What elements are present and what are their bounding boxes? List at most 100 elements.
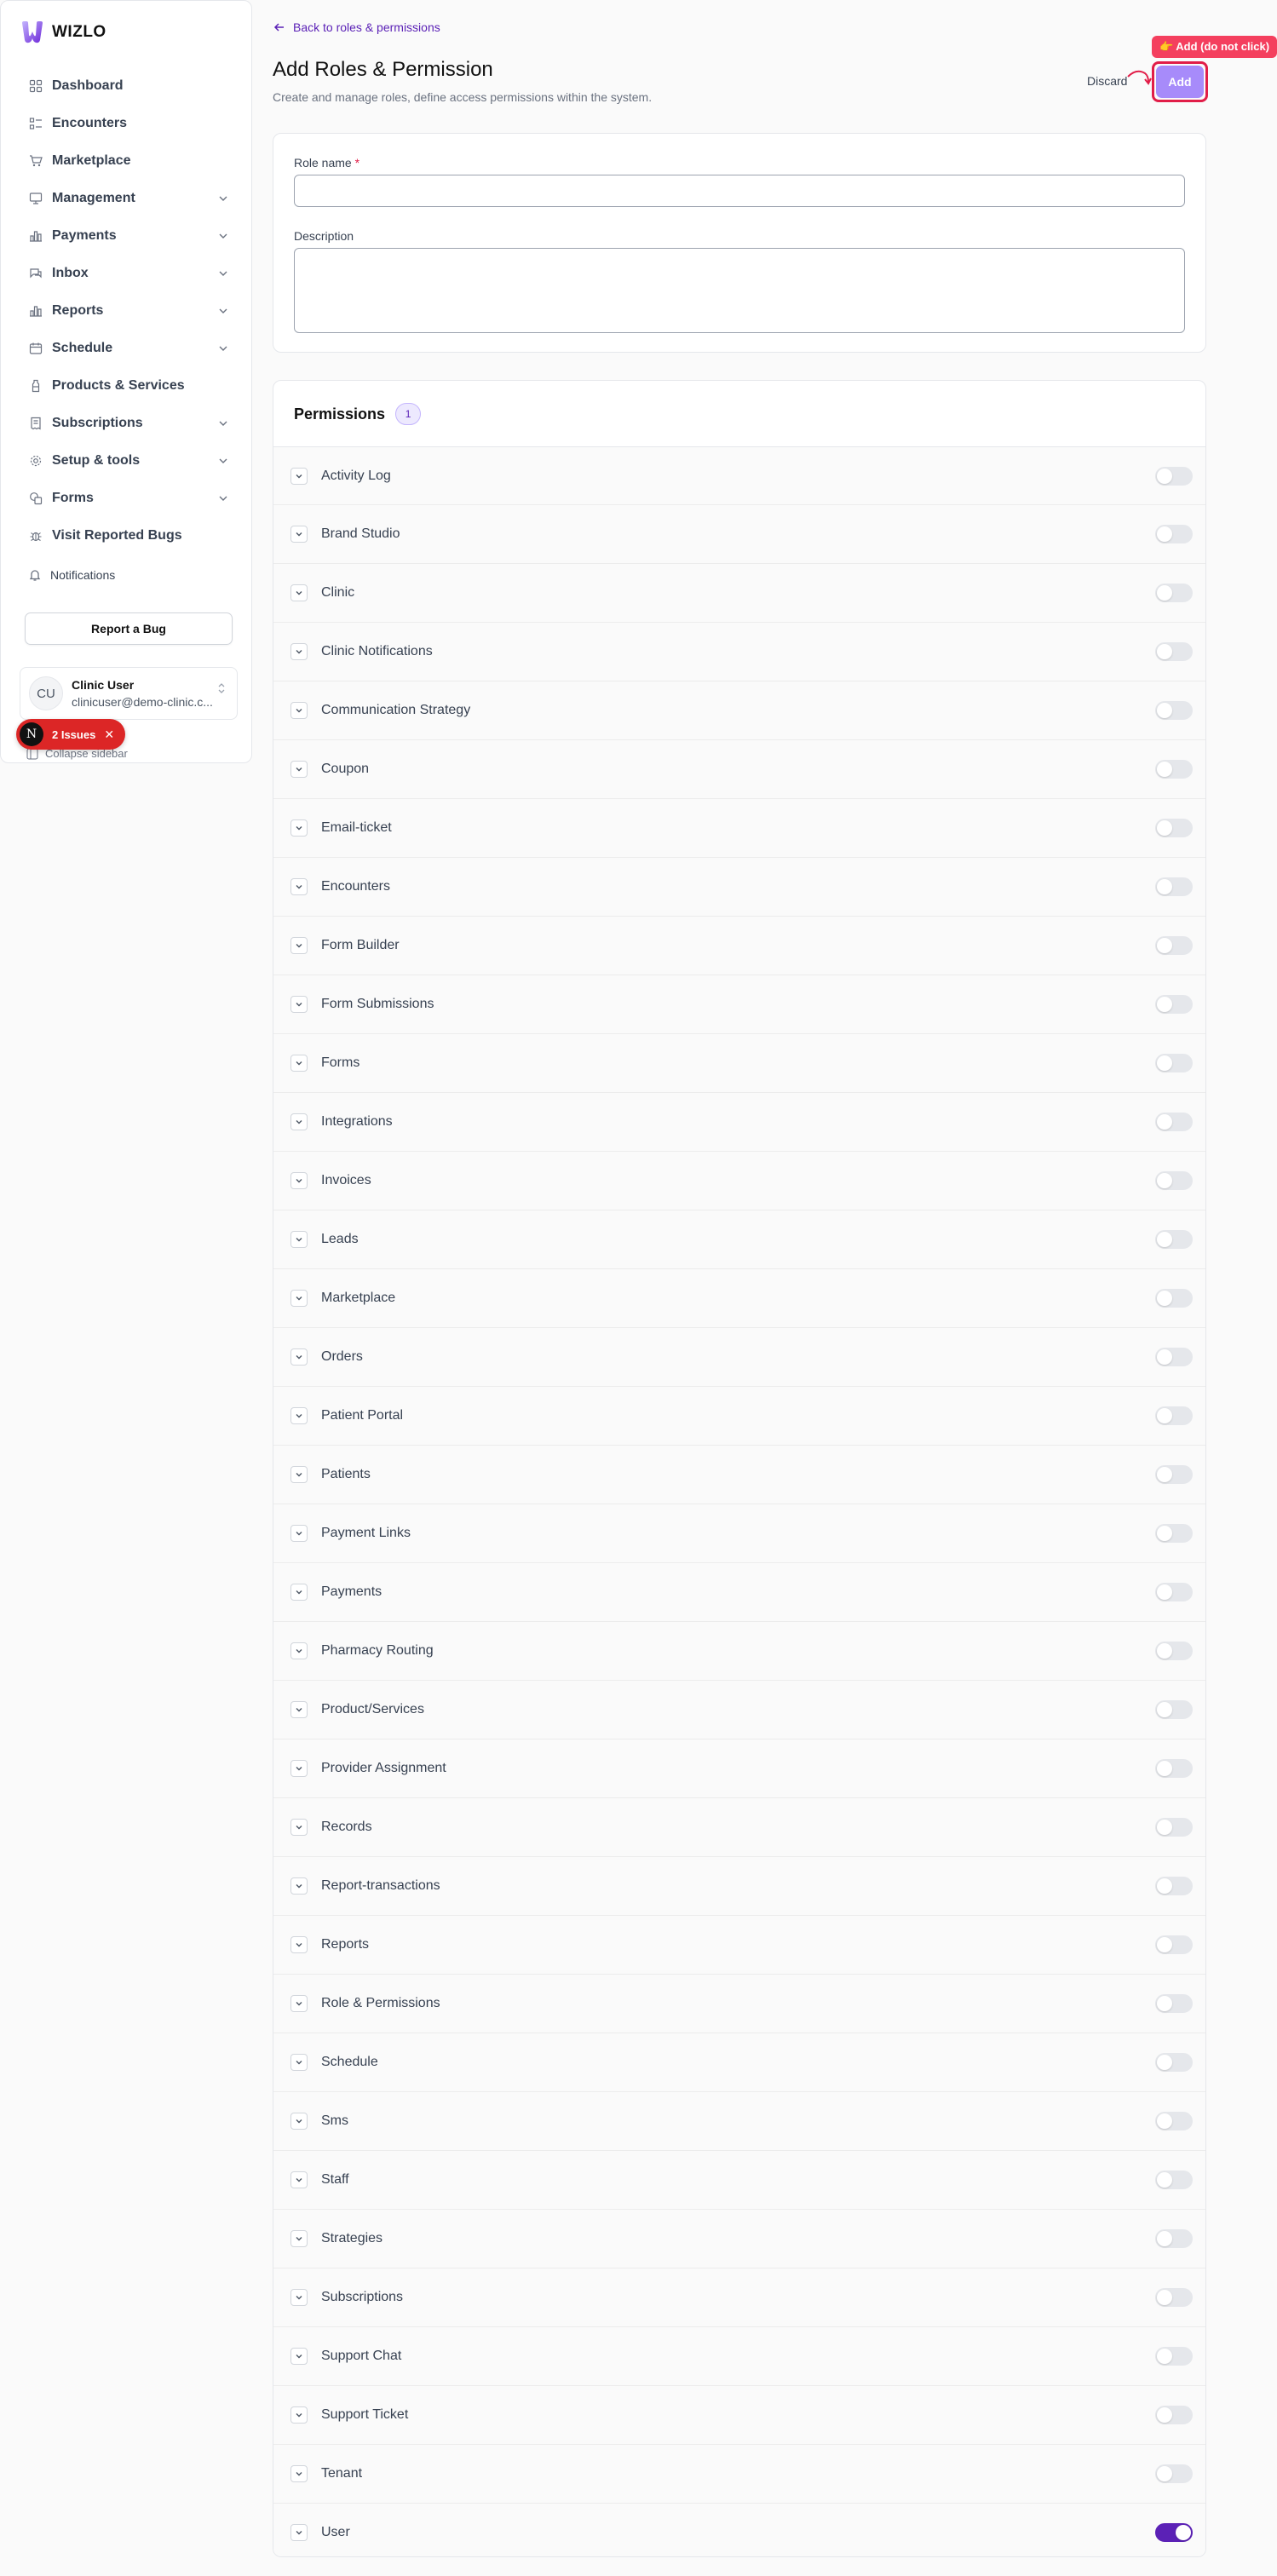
permission-toggle[interactable] — [1155, 1054, 1193, 1072]
report-bug-button[interactable]: Report a Bug — [25, 612, 233, 645]
sidebar-item-subscriptions[interactable]: Subscriptions — [16, 405, 239, 442]
sidebar-item-forms[interactable]: Forms — [16, 480, 239, 517]
sidebar-item-dashboard[interactable]: Dashboard — [16, 67, 239, 105]
expand-permission-button[interactable] — [290, 761, 308, 778]
permission-toggle[interactable] — [1155, 1818, 1193, 1837]
expand-permission-button[interactable] — [290, 1348, 308, 1366]
expand-permission-button[interactable] — [290, 1642, 308, 1659]
expand-permission-button[interactable] — [290, 526, 308, 543]
permission-toggle[interactable] — [1155, 466, 1193, 486]
expand-permission-button[interactable] — [290, 1290, 308, 1307]
permission-name: User — [321, 2525, 350, 2539]
logo[interactable]: WIZLO — [20, 20, 106, 45]
permission-toggle[interactable] — [1155, 642, 1193, 661]
expand-permission-button[interactable] — [290, 1055, 308, 1072]
sidebar-item-setup-tools[interactable]: Setup & tools — [16, 442, 239, 480]
permission-toggle[interactable] — [1155, 2406, 1193, 2424]
permission-toggle[interactable] — [1155, 2229, 1193, 2248]
back-link[interactable]: Back to roles & permissions — [273, 20, 440, 34]
sidebar-item-schedule[interactable]: Schedule — [16, 330, 239, 367]
permission-toggle[interactable] — [1155, 1700, 1193, 1719]
expand-permission-button[interactable] — [290, 2524, 308, 2541]
sidebar-item-inbox[interactable]: Inbox — [16, 255, 239, 292]
expand-permission-button[interactable] — [290, 1466, 308, 1483]
permission-toggle[interactable] — [1155, 2464, 1193, 2483]
expand-permission-button[interactable] — [290, 1760, 308, 1777]
expand-permission-button[interactable] — [290, 2406, 308, 2424]
sidebar-item-visit-reported-bugs[interactable]: Visit Reported Bugs — [16, 517, 239, 555]
permission-toggle[interactable] — [1155, 1877, 1193, 1895]
expand-permission-button[interactable] — [290, 878, 308, 895]
expand-permission-button[interactable] — [290, 2465, 308, 2482]
permission-toggle[interactable] — [1155, 936, 1193, 955]
sidebar-item-encounters[interactable]: Encounters — [16, 105, 239, 142]
permission-toggle[interactable] — [1155, 2053, 1193, 2072]
expand-permission-button[interactable] — [290, 643, 308, 660]
permission-toggle[interactable] — [1155, 877, 1193, 896]
permission-toggle[interactable] — [1155, 1230, 1193, 1249]
permission-toggle[interactable] — [1155, 1465, 1193, 1484]
chevron-down-icon — [296, 2413, 302, 2418]
expand-permission-button[interactable] — [290, 1584, 308, 1601]
expand-permission-button[interactable] — [290, 1231, 308, 1248]
permission-toggle[interactable] — [1155, 1642, 1193, 1660]
expand-permission-button[interactable] — [290, 2289, 308, 2306]
sidebar-item-management[interactable]: Management — [16, 180, 239, 217]
expand-permission-button[interactable] — [290, 1936, 308, 1953]
expand-permission-button[interactable] — [290, 1819, 308, 1836]
expand-permission-button[interactable] — [290, 1407, 308, 1424]
expand-permission-button[interactable] — [290, 702, 308, 719]
expand-permission-button[interactable] — [290, 2171, 308, 2188]
permission-toggle[interactable] — [1155, 2112, 1193, 2130]
expand-permission-button[interactable] — [290, 1525, 308, 1542]
permission-toggle[interactable] — [1155, 1113, 1193, 1131]
permission-toggle[interactable] — [1155, 1759, 1193, 1778]
close-icon[interactable]: ✕ — [104, 727, 114, 742]
issues-badge[interactable]: N 2 Issues ✕ — [16, 719, 125, 750]
permission-toggle[interactable] — [1155, 1289, 1193, 1308]
permission-toggle[interactable] — [1155, 2523, 1193, 2542]
notifications-link[interactable]: Notifications — [28, 568, 115, 582]
description-textarea[interactable] — [294, 248, 1185, 333]
sidebar-item-payments[interactable]: Payments — [16, 217, 239, 255]
expand-permission-button[interactable] — [290, 1172, 308, 1189]
permission-toggle[interactable] — [1155, 1583, 1193, 1601]
permission-toggle[interactable] — [1155, 819, 1193, 837]
permission-toggle[interactable] — [1155, 701, 1193, 720]
expand-permission-button[interactable] — [290, 1113, 308, 1130]
expand-permission-button[interactable] — [290, 584, 308, 601]
permission-toggle[interactable] — [1155, 760, 1193, 779]
permission-toggle[interactable] — [1155, 2347, 1193, 2366]
permission-toggle[interactable] — [1155, 2171, 1193, 2189]
sidebar-item-marketplace[interactable]: Marketplace — [16, 142, 239, 180]
expand-permission-button[interactable] — [290, 937, 308, 954]
sidebar-item-products-services[interactable]: Products & Services — [16, 367, 239, 405]
permission-toggle[interactable] — [1155, 1171, 1193, 1190]
sidebar-item-reports[interactable]: Reports — [16, 292, 239, 330]
expand-permission-button[interactable] — [290, 2054, 308, 2071]
expand-permission-button[interactable] — [290, 1995, 308, 2012]
permission-toggle[interactable] — [1155, 1348, 1193, 1366]
expand-permission-button[interactable] — [290, 2348, 308, 2365]
role-name-input[interactable] — [294, 175, 1185, 207]
expand-permission-button[interactable] — [290, 2113, 308, 2130]
expand-permission-button[interactable] — [290, 996, 308, 1013]
expand-permission-button[interactable] — [290, 2230, 308, 2247]
permission-toggle[interactable] — [1155, 584, 1193, 602]
discard-button[interactable]: Discard — [1087, 74, 1127, 88]
add-button[interactable]: Add — [1156, 66, 1204, 98]
permission-toggle[interactable] — [1155, 1935, 1193, 1954]
permission-toggle[interactable] — [1155, 1994, 1193, 2013]
expand-permission-button[interactable] — [290, 819, 308, 837]
permission-toggle[interactable] — [1155, 525, 1193, 543]
user-menu[interactable]: CU Clinic User clinicuser@demo-clinic.c.… — [20, 667, 238, 720]
expand-permission-button[interactable] — [290, 1877, 308, 1895]
permission-toggle[interactable] — [1155, 995, 1193, 1014]
permission-toggle[interactable] — [1155, 1524, 1193, 1543]
chevron-down-icon — [296, 2355, 302, 2359]
permission-toggle[interactable] — [1155, 1406, 1193, 1425]
permission-toggle[interactable] — [1155, 2288, 1193, 2307]
chevron-down-icon — [296, 1708, 302, 1712]
expand-permission-button[interactable] — [290, 1701, 308, 1718]
expand-permission-button[interactable] — [290, 467, 308, 485]
